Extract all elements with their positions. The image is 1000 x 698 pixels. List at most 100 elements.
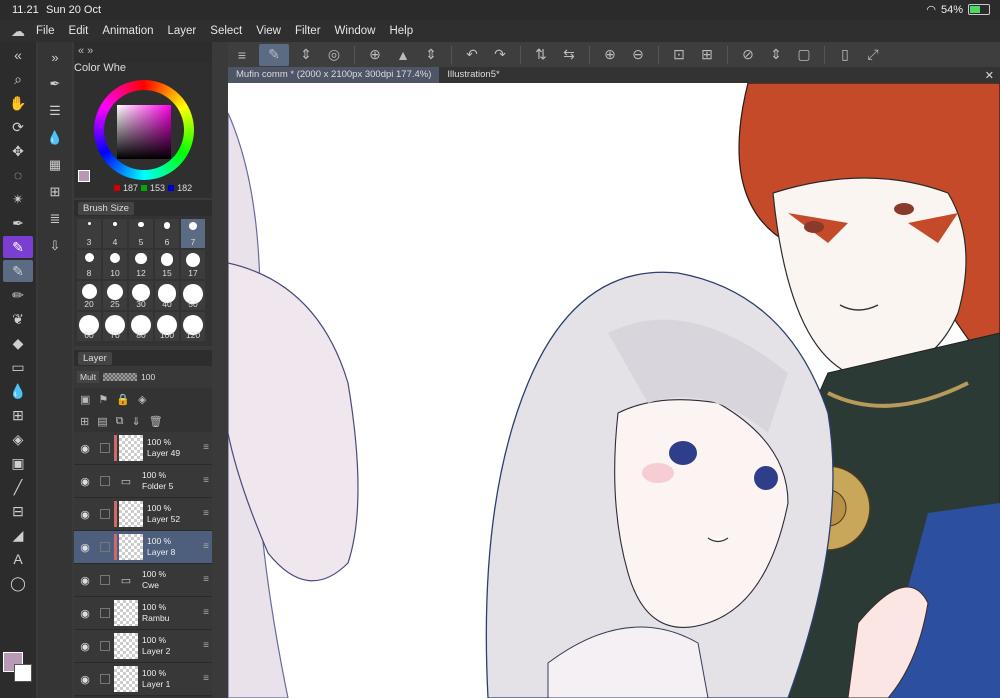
menu-edit[interactable]: Edit	[69, 25, 89, 37]
updown-icon-2[interactable]: ⇕	[420, 44, 442, 66]
brush-size-cell[interactable]: 25	[103, 281, 127, 310]
gradient-icon[interactable]: ▣	[3, 452, 33, 474]
pen-icon[interactable]: ✎	[3, 260, 33, 282]
merge-icon[interactable]: ⇓	[131, 415, 140, 428]
fill-bucket-icon[interactable]: ◈	[3, 428, 33, 450]
opacity-slider[interactable]	[103, 373, 138, 381]
layer-menu-icon[interactable]: ≡	[203, 442, 209, 453]
brush-size-cell[interactable]: 40	[155, 281, 179, 310]
eye-icon[interactable]: ◉	[74, 508, 96, 521]
opacity-value[interactable]: 100	[141, 372, 155, 382]
hand-icon[interactable]: ✋	[3, 92, 33, 114]
drops-icon[interactable]: 💧	[40, 126, 70, 150]
move-icon[interactable]: ✥	[3, 140, 33, 162]
tab-mufin[interactable]: Mufin comm * (2000 x 2100px 300dpi 177.4…	[228, 67, 440, 83]
menu-select[interactable]: Select	[210, 25, 242, 37]
blend-mode[interactable]: Mult	[77, 371, 100, 383]
eye-icon[interactable]: ◉	[74, 442, 96, 455]
brush-size-cell[interactable]: 60	[77, 312, 101, 341]
marker-icon[interactable]: ✎	[3, 236, 33, 258]
brush-size-cell[interactable]: 17	[181, 250, 205, 279]
line-icon[interactable]: ╱	[3, 476, 33, 498]
pen-tool-icon[interactable]: ✎	[259, 43, 289, 66]
ref-icon[interactable]: ⚑	[98, 393, 108, 406]
lasso-icon[interactable]: ◌	[3, 164, 33, 186]
menu-filter[interactable]: Filter	[295, 25, 321, 37]
eyedropper-icon[interactable]: ✒	[3, 212, 33, 234]
eye-icon[interactable]: ◉	[74, 541, 96, 554]
layer-tab[interactable]: Layer	[78, 351, 112, 365]
eye-icon[interactable]: ◉	[74, 640, 96, 653]
magic-wand-icon[interactable]: ✴	[3, 188, 33, 210]
menu-view[interactable]: View	[256, 25, 281, 37]
brush-size-cell[interactable]: 80	[129, 312, 153, 341]
brush-size-cell[interactable]: 5	[129, 219, 153, 248]
brush-size-cell[interactable]: 120	[181, 312, 205, 341]
flip-horizontal-icon[interactable]: ⇆	[558, 44, 580, 66]
layer-checkbox[interactable]	[100, 509, 110, 519]
layer-row[interactable]: ◉ 100 % Layer 1 ≡	[74, 663, 212, 696]
brush-size-cell[interactable]: 15	[155, 250, 179, 279]
eraser-icon[interactable]: ▭	[3, 356, 33, 378]
trash-icon[interactable]: 🗑	[149, 415, 163, 428]
layer-checkbox[interactable]	[100, 674, 110, 684]
sub-color-swatch[interactable]	[14, 664, 32, 682]
new-layer-icon[interactable]: ⊞	[80, 415, 89, 428]
brush-size-cell[interactable]: 10	[103, 250, 127, 279]
layer-row[interactable]: ◉ 100 % Layer 8 ≡	[74, 531, 212, 564]
layer-row[interactable]: ◉ 100 % Rambu ≡	[74, 597, 212, 630]
brush-size-cell[interactable]: 12	[129, 250, 153, 279]
app-logo-icon[interactable]: ☁	[0, 23, 36, 40]
zoom-out-icon[interactable]: ⊖	[627, 44, 649, 66]
brush-size-cell[interactable]: 3	[77, 219, 101, 248]
menu-animation[interactable]: Animation	[102, 25, 153, 37]
layer-menu-icon[interactable]: ≡	[203, 673, 209, 684]
grid-icon[interactable]: ⊞	[3, 404, 33, 426]
brush-size-cell[interactable]: 8	[77, 250, 101, 279]
brush-size-cell[interactable]: 4	[103, 219, 127, 248]
fill-icon[interactable]: ▲	[392, 44, 414, 66]
copy-icon[interactable]: ⧉	[116, 415, 124, 428]
blend-icon[interactable]: 💧	[3, 380, 33, 402]
nav-arrows-icon[interactable]: »	[40, 45, 70, 69]
add-icon[interactable]: ⊕	[364, 44, 386, 66]
zoom-in-icon[interactable]: ⊕	[599, 44, 621, 66]
rotate-icon[interactable]: ⟳	[3, 116, 33, 138]
transform-icon[interactable]: ⊞	[696, 44, 718, 66]
layer-row[interactable]: ◉ 100 % Layer 49 ≡	[74, 432, 212, 465]
brush-size-cell[interactable]: 6	[155, 219, 179, 248]
brush-icon[interactable]: ❦	[3, 308, 33, 330]
flip-vertical-icon[interactable]: ⇅	[530, 44, 552, 66]
import-icon[interactable]: ⇩	[40, 234, 70, 258]
collapse-icon[interactable]: «	[3, 44, 33, 66]
layer-menu-icon[interactable]: ≡	[203, 640, 209, 651]
menu-help[interactable]: Help	[389, 25, 413, 37]
brush-size-cell[interactable]: 70	[103, 312, 127, 341]
text-icon[interactable]: A	[3, 548, 33, 570]
brush-size-cell[interactable]: 20	[77, 281, 101, 310]
layer-checkbox[interactable]	[100, 641, 110, 651]
layer-checkbox[interactable]	[100, 575, 110, 585]
brush-size-cell[interactable]: 50	[181, 281, 205, 310]
lock-icon[interactable]: 🔒	[116, 393, 130, 406]
frame-icon[interactable]: ⊟	[3, 500, 33, 522]
pen-sub-icon[interactable]: ✒	[40, 72, 70, 96]
layer-checkbox[interactable]	[100, 476, 110, 486]
layer-menu-icon[interactable]: ≡	[203, 541, 209, 552]
layer-row[interactable]: ◉ ▭ 100 % Folder 5 ≡	[74, 465, 212, 498]
fullscreen-icon[interactable]: ⤢	[862, 44, 884, 66]
pencil-icon[interactable]: ✏	[3, 284, 33, 306]
menu-window[interactable]: Window	[335, 25, 376, 37]
layer-row[interactable]: ◉ 100 % Layer 52 ≡	[74, 498, 212, 531]
crop-icon[interactable]: ⊡	[668, 44, 690, 66]
layer-menu-icon[interactable]: ≡	[203, 574, 209, 585]
layer-menu-icon[interactable]: ≡	[203, 607, 209, 618]
ruler-icon[interactable]: ◢	[3, 524, 33, 546]
mask-icon[interactable]: ◈	[138, 393, 146, 406]
updown-icon[interactable]: ⇕	[295, 44, 317, 66]
layer-checkbox[interactable]	[100, 443, 110, 453]
selection-icon[interactable]: ▢	[793, 44, 815, 66]
brush-size-cell[interactable]: 30	[129, 281, 153, 310]
menu-file[interactable]: File	[36, 25, 55, 37]
eye-icon[interactable]: ◉	[74, 673, 96, 686]
